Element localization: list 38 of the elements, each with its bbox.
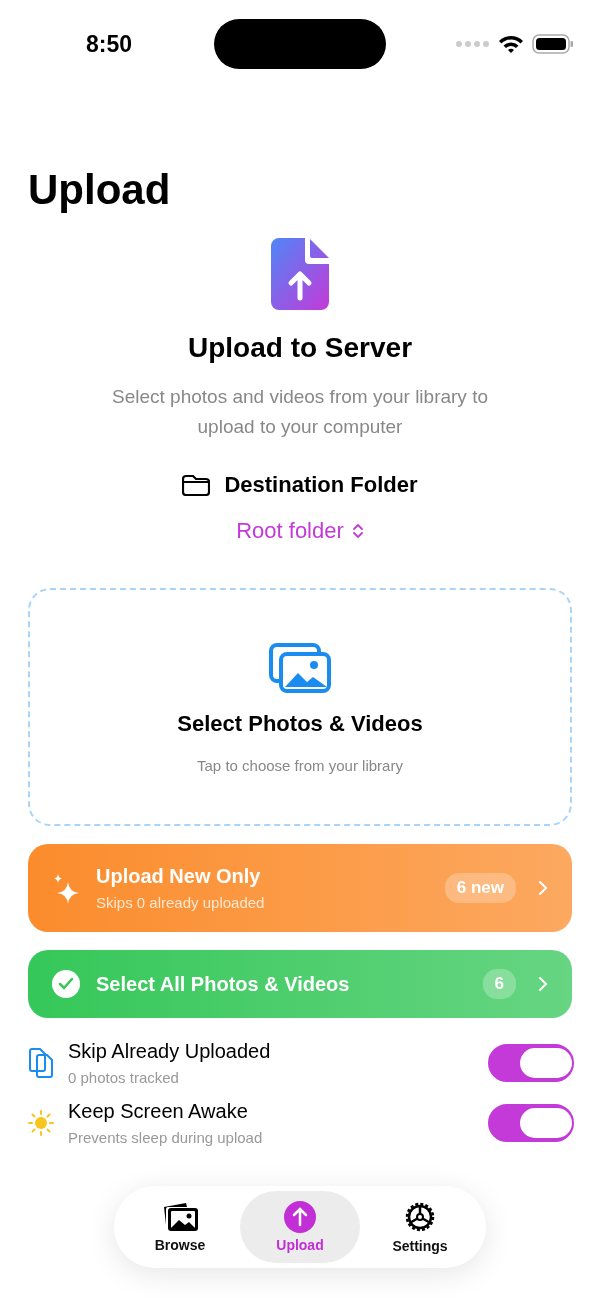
checkmark-circle-icon xyxy=(52,970,80,998)
toggle-switch[interactable] xyxy=(488,1044,574,1082)
picker-hint: Tap to choose from your library xyxy=(197,756,403,774)
setting-title: Skip Already Uploaded xyxy=(68,1040,272,1063)
sun-icon xyxy=(28,1110,54,1136)
count-badge: 6 xyxy=(482,969,516,999)
picker-title: Select Photos & Videos xyxy=(177,710,423,737)
setting-subtitle: Prevents sleep during upload xyxy=(68,1129,264,1146)
folder-picker[interactable]: Root folder xyxy=(236,518,364,544)
action-subtitle: Skips 0 already uploaded xyxy=(96,894,266,911)
photo-picker-area[interactable]: Select Photos & Videos Tap to choose from your library xyxy=(28,588,572,826)
tab-item[interactable]: Browse xyxy=(120,1191,240,1263)
tab-item[interactable]: Settings xyxy=(360,1191,480,1263)
settings-icon xyxy=(403,1200,437,1234)
toggle-switch[interactable] xyxy=(488,1104,574,1142)
chevron-right-icon xyxy=(538,976,548,992)
folder-icon xyxy=(182,474,211,496)
photos-icon xyxy=(269,640,331,693)
file-upload-icon xyxy=(271,238,329,310)
action-title: Select All Photos & Videos xyxy=(96,972,351,996)
setting-title: Keep Screen Awake xyxy=(68,1100,249,1123)
action-title: Upload New Only xyxy=(96,865,262,888)
documents-icon xyxy=(28,1047,54,1079)
chevron-up-down-icon xyxy=(351,522,364,540)
signal-icon xyxy=(456,41,490,47)
upload-new-button[interactable]: Upload New Only Skips 0 already uploaded 6 new xyxy=(28,844,572,932)
hero-subtitle: Select photos and videos from your library to upload to your computer xyxy=(111,385,489,439)
status-time: 8:50 xyxy=(86,30,134,58)
chevron-right-icon xyxy=(538,880,548,896)
page-title: Upload xyxy=(28,166,172,214)
destination-label: Destination Folder xyxy=(224,472,418,498)
battery-icon xyxy=(532,34,574,54)
upload-icon xyxy=(284,1201,316,1233)
hero-heading: Upload to Server xyxy=(187,332,413,364)
count-badge: 6 new xyxy=(444,873,516,903)
tab-item[interactable]: Upload xyxy=(240,1191,360,1263)
wifi-icon xyxy=(498,34,524,54)
setting-subtitle: 0 photos tracked xyxy=(68,1069,180,1086)
